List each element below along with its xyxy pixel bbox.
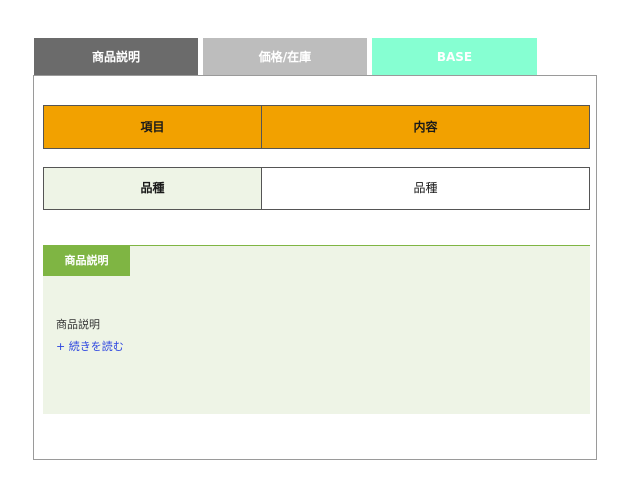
tab-base[interactable]: BASE [372, 38, 537, 76]
column-header-item: 項目 [44, 106, 262, 148]
table-cell-content: 品種 [262, 168, 589, 209]
description-text: 商品説明 [56, 318, 100, 331]
description-label: 商品説明 [43, 246, 130, 276]
column-header-content: 内容 [413, 120, 438, 134]
read-more-link[interactable]: + 続きを読む [56, 338, 124, 354]
tab-product-description[interactable]: 商品説明 [34, 38, 198, 76]
table-header-row: 項目 内容 [43, 105, 590, 149]
table-row: 品種 品種 [43, 167, 590, 210]
tab-price-stock[interactable]: 価格/在庫 [203, 38, 367, 76]
table-cell-item: 品種 [44, 168, 262, 209]
description-section: 商品説明 商品説明 + 続きを読む [43, 245, 590, 414]
tab-panel: 項目 内容 品種 品種 商品説明 商品説明 + 続きを読む [33, 75, 597, 460]
